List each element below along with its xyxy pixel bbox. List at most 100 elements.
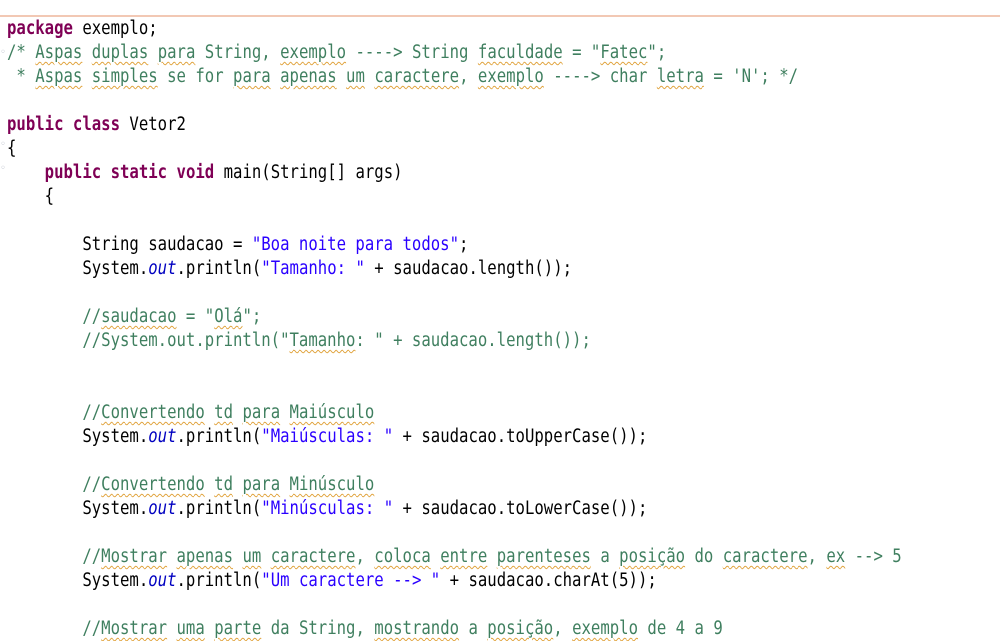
fold-marker-icon[interactable]: ◦ <box>0 162 6 176</box>
code-token: da String, <box>261 618 375 639</box>
code-line[interactable]: //Convertendo td para Minúsculo <box>7 473 374 497</box>
code-token: main(String[] args) <box>214 162 403 183</box>
code-token: Mostrar <box>101 618 168 639</box>
code-token: { <box>7 138 17 159</box>
code-token: + saudacao.length()); <box>364 258 573 279</box>
code-token: para <box>242 474 281 495</box>
code-token: void <box>176 162 215 183</box>
code-token: ----> char <box>543 66 657 87</box>
code-token: saudacao <box>101 306 177 327</box>
code-token: mostrando <box>374 618 460 639</box>
code-token: public <box>7 114 64 135</box>
code-line[interactable]: System.out.println("Tamanho: " + saudaca… <box>7 257 572 281</box>
code-token: = " <box>176 306 215 327</box>
code-token: caractere <box>270 546 356 567</box>
code-token: "Um caractere --> " <box>261 570 441 591</box>
code-token: Convertendo <box>101 402 205 423</box>
code-token: Tamanho <box>289 330 356 351</box>
code-line[interactable]: public static void main(String[] args) <box>7 161 403 185</box>
code-token: /* <box>7 42 36 63</box>
code-token: : " + saudacao.length()); <box>355 330 591 351</box>
code-token: out <box>148 258 177 279</box>
code-line[interactable]: { <box>7 185 54 209</box>
code-line[interactable]: public class Vetor2 <box>7 113 186 137</box>
code-line[interactable]: //saudacao = "Olá"; <box>7 305 261 329</box>
code-line[interactable]: System.out.println("Um caractere --> " +… <box>7 569 657 593</box>
code-line[interactable]: System.out.println("Maiúsculas: " + saud… <box>7 425 647 449</box>
code-token: Fatec <box>600 42 648 63</box>
code-token: // <box>7 618 102 639</box>
code-token: exemplo <box>280 42 347 63</box>
code-line[interactable]: System.out.println("Minúsculas: " + saud… <box>7 497 647 521</box>
code-token: + saudacao.toUpperCase()); <box>393 426 648 447</box>
code-line[interactable]: //Convertendo td para Maiúsculo <box>7 401 374 425</box>
code-token: System. <box>7 426 149 447</box>
code-token: + saudacao.charAt(5)); <box>440 570 657 591</box>
code-token: um <box>346 66 365 87</box>
code-token: "; <box>647 42 667 63</box>
code-token: = " <box>562 42 601 63</box>
code-token: // <box>7 546 102 567</box>
code-token: Olá <box>214 306 243 327</box>
code-token: // <box>7 474 102 495</box>
code-token: ex <box>826 546 846 567</box>
code-token: exemplo <box>477 66 544 87</box>
code-token: posição <box>619 546 686 567</box>
code-line[interactable]: //Mostrar apenas um caractere, coloca en… <box>7 545 902 569</box>
code-token: para <box>242 402 281 423</box>
code-token: --> 5 <box>845 546 902 567</box>
code-token: Mostrar <box>101 546 168 567</box>
code-line[interactable]: //System.out.println("Tamanho: " + sauda… <box>7 329 591 353</box>
code-editor[interactable]: package exemplo;/* Aspas duplas para Str… <box>7 17 1000 639</box>
code-token: para <box>233 66 271 87</box>
code-line[interactable]: package exemplo; <box>7 17 158 41</box>
code-token: parenteses <box>496 546 591 567</box>
code-line[interactable]: /* Aspas duplas para String, exemplo ---… <box>7 41 666 65</box>
code-line[interactable]: String saudacao = "Boa noite para todos"… <box>7 233 468 257</box>
code-token: System. <box>7 258 149 279</box>
code-token: exemplo; <box>72 18 158 39</box>
code-token: a <box>459 618 488 639</box>
code-token: out <box>148 570 177 591</box>
fold-marker-icon[interactable]: ◦ <box>0 46 6 60</box>
code-token: ; <box>459 234 469 255</box>
code-token: a <box>590 546 620 567</box>
code-token: td <box>214 402 234 423</box>
code-token: apenas <box>280 66 337 87</box>
code-token: String, <box>195 42 281 63</box>
code-token: "; <box>242 306 262 327</box>
code-token: + saudacao.toLowerCase()); <box>393 498 648 519</box>
code-token: // <box>7 402 102 423</box>
code-token: "Maiúsculas: " <box>261 426 394 447</box>
fold-marker-icon[interactable]: ◦ <box>0 138 6 152</box>
code-token: entre <box>440 546 488 567</box>
code-token: duplas <box>91 42 149 63</box>
code-line[interactable]: { <box>7 137 16 161</box>
code-token: String saudacao = <box>7 234 252 255</box>
code-token: = 'N'; */ <box>703 66 799 87</box>
code-token: .println( <box>176 570 262 591</box>
code-token: posição <box>487 618 554 639</box>
code-token: Aspas <box>35 66 83 87</box>
code-token: "Minúsculas: " <box>261 498 394 519</box>
code-token: "Tamanho: " <box>261 258 365 279</box>
code-line[interactable]: //Mostrar uma parte da String, mostrando… <box>7 617 722 641</box>
code-line[interactable]: * Aspas simples se for para apenas um ca… <box>7 65 798 89</box>
code-token: Aspas <box>35 42 83 63</box>
code-token: System. <box>7 570 149 591</box>
